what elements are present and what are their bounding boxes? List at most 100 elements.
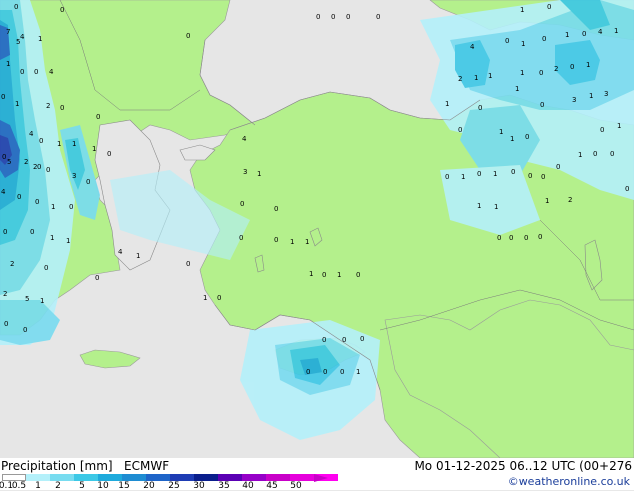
- precipitation-map: 0 00 0 0 01 0745 1 040 10 1 0 4 110 0 42 1 1 1 0 2 0 101 2 0 1 01…: [0, 0, 634, 458]
- precip-value-label: 2: [46, 102, 50, 110]
- precip-value-label: 0: [44, 264, 48, 272]
- precip-value-label: 1: [337, 271, 341, 279]
- scale-swatch: [50, 474, 74, 481]
- precip-value-label: 0: [20, 68, 24, 76]
- precip-value-label: 0: [107, 150, 111, 158]
- precip-value-label: 1: [6, 60, 10, 68]
- precip-value-label: 0: [340, 368, 344, 376]
- precip-value-label: 1: [92, 145, 96, 153]
- scale-swatch: [26, 474, 50, 481]
- precip-value-label: 4: [20, 33, 25, 41]
- precip-value-label: 1: [494, 203, 498, 211]
- scale-swatch: [122, 474, 146, 481]
- precip-value-label: 0: [37, 163, 41, 171]
- precip-value-label: 0: [542, 35, 546, 43]
- precip-value-label: 3: [243, 168, 247, 176]
- precip-value-label: 0: [34, 68, 38, 76]
- precip-value-label: 1: [15, 100, 19, 108]
- precip-value-label: 1: [445, 100, 449, 108]
- precip-value-label: 0: [342, 336, 346, 344]
- precip-value-label: 0: [458, 126, 462, 134]
- scale-swatch: [2, 474, 26, 481]
- scale-swatch: [290, 474, 314, 481]
- precip-value-label: 0: [39, 137, 43, 145]
- precip-value-label: 0: [30, 228, 34, 236]
- precip-value-label: 1: [477, 202, 481, 210]
- precip-value-label: 0: [23, 326, 27, 334]
- precip-value-label: 0: [35, 198, 39, 206]
- precip-value-label: 0: [274, 236, 278, 244]
- precip-value-label: 0: [323, 368, 327, 376]
- precip-value-label: 1: [309, 270, 313, 278]
- precip-value-label: 0: [541, 173, 545, 181]
- scale-swatch: [74, 474, 98, 481]
- precip-value-label: 1: [520, 6, 524, 14]
- precip-value-label: 0: [525, 133, 529, 141]
- precip-value-label: 0: [86, 178, 90, 186]
- precip-value-label: 3: [604, 90, 608, 98]
- precip-value-label: 0: [186, 260, 190, 268]
- precip-value-label: 0: [60, 104, 64, 112]
- precip-value-label: 0: [556, 163, 560, 171]
- precip-value-label: 0: [524, 234, 528, 242]
- precip-value-label: 0: [540, 101, 544, 109]
- precip-value-label: 1: [66, 237, 70, 245]
- precip-value-label: 2: [24, 158, 28, 166]
- precip-value-label: 1: [51, 203, 55, 211]
- precip-value-label: 1: [565, 31, 569, 39]
- precip-value-label: 1: [203, 294, 207, 302]
- precip-value-label: 4: [49, 68, 54, 76]
- precip-value-label: 1: [461, 173, 465, 181]
- precip-value-label: 0: [46, 166, 50, 174]
- scale-swatch: [146, 474, 170, 481]
- precip-value-label: 3: [72, 172, 76, 180]
- precip-value-label: 0: [96, 113, 100, 121]
- precip-value-label: 0: [505, 37, 509, 45]
- precip-value-label: 0: [2, 153, 6, 161]
- precip-value-label: 0: [360, 335, 364, 343]
- precip-value-label: 1: [578, 151, 582, 159]
- precip-value-label: 0: [497, 234, 501, 242]
- scale-swatch: [98, 474, 122, 481]
- precip-value-label: 1: [40, 297, 44, 305]
- precip-value-label: 1: [38, 35, 42, 43]
- precip-value-label: 2: [3, 290, 7, 298]
- precip-value-label: 4: [118, 248, 123, 256]
- precip-value-label: 1: [493, 170, 497, 178]
- precip-value-label: 2: [33, 163, 37, 171]
- precip-value-label: 0: [322, 336, 326, 344]
- scale-swatch: [170, 474, 194, 481]
- precip-value-label: 7: [6, 28, 10, 36]
- precip-value-label: 4: [598, 28, 603, 36]
- precip-value-label: 1: [499, 128, 503, 136]
- precip-value-label: 0: [477, 170, 481, 178]
- precip-value-label: 0: [625, 185, 629, 193]
- forecast-datetime: Mo 01-12-2025 06..12 UTC (00+276: [414, 459, 632, 473]
- precip-value-label: 0: [1, 93, 5, 101]
- credit-link[interactable]: ©weatheronline.co.uk: [508, 475, 630, 488]
- precip-value-label: 0: [3, 228, 7, 236]
- precip-value-label: 5: [25, 295, 29, 303]
- precip-value-label: 2: [554, 65, 558, 73]
- scale-swatch: [218, 474, 242, 481]
- precip-value-label: 1: [257, 170, 261, 178]
- precip-value-label: 1: [488, 72, 492, 80]
- precip-value-label: 0: [322, 271, 326, 279]
- precip-value-label: 1: [520, 69, 524, 77]
- precip-value-label: 1: [50, 234, 54, 242]
- model-name: ECMWF: [124, 459, 170, 473]
- scale-swatch: [266, 474, 290, 481]
- precip-value-label: 1: [515, 85, 519, 93]
- precip-value-label: 1: [72, 140, 76, 148]
- precip-value-label: 0: [240, 200, 244, 208]
- precip-value-label: 1: [521, 40, 525, 48]
- precip-value-label: 5: [7, 158, 11, 166]
- precip-value-label: 2: [458, 75, 462, 83]
- precip-value-label: 0: [316, 13, 320, 21]
- precip-value-label: 1: [617, 122, 621, 130]
- precip-value-label: 0: [593, 150, 597, 158]
- precip-value-label: 0: [600, 126, 604, 134]
- precip-value-label: 0: [17, 193, 21, 201]
- precip-value-label: 0: [478, 104, 482, 112]
- precip-value-label: 0: [346, 13, 350, 21]
